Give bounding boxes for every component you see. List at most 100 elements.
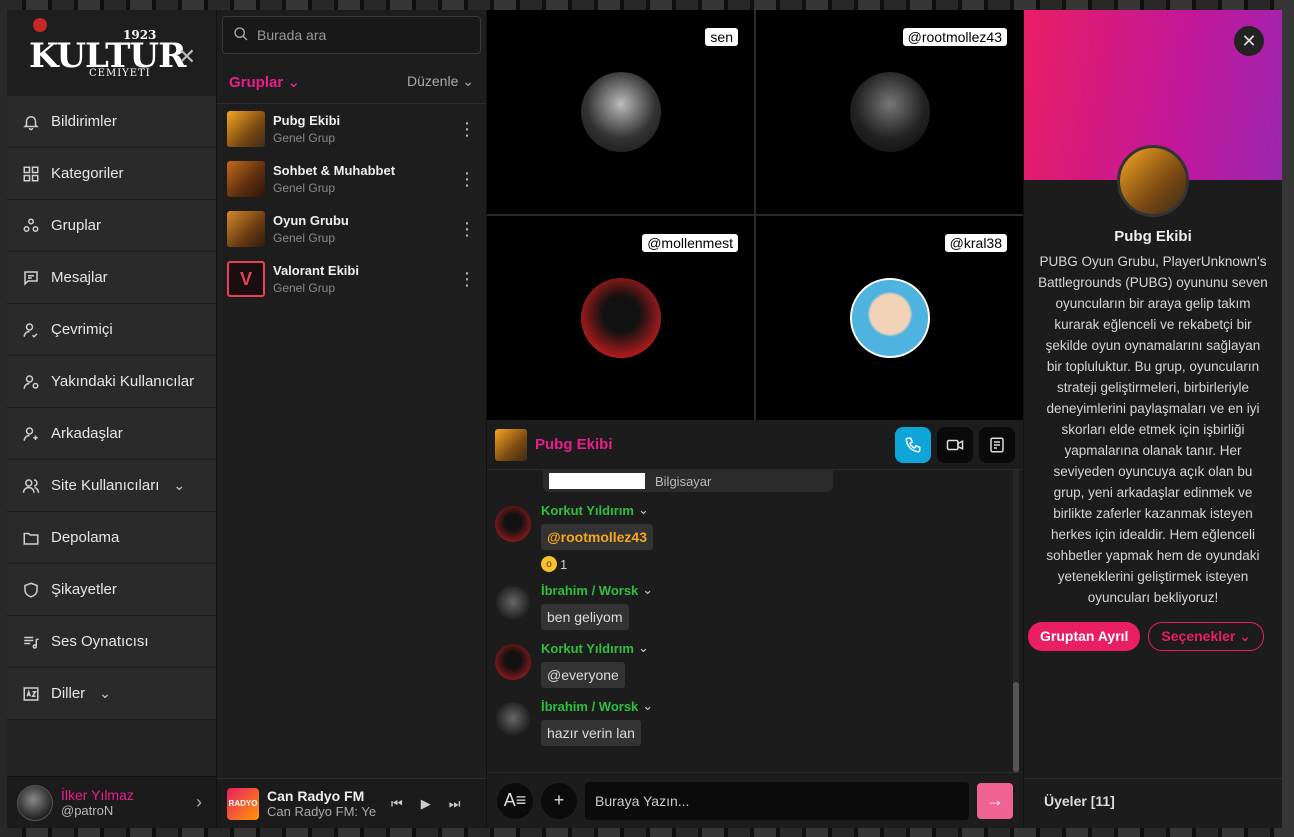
close-icon[interactable]: ✕ (178, 44, 196, 70)
profile-card[interactable]: İlker Yılmaz @patroN › (7, 776, 216, 828)
message: Korkut Yıldırım ⌄ @rootmollez43 o1 (495, 502, 1015, 572)
video-tile[interactable]: @kral38 (756, 216, 1023, 420)
list-item[interactable]: Oyun Grubu Genel Grup ⋮ (217, 204, 486, 254)
nearby-user-icon (21, 372, 41, 392)
bell-icon (21, 112, 41, 132)
groups-filter-dropdown[interactable]: Gruplar ⌄ (229, 73, 300, 91)
sidebar-item-site-kullanicilari[interactable]: Site Kullanıcıları ⌄ (7, 460, 216, 512)
reaction[interactable]: o1 (541, 556, 653, 572)
chevron-down-icon[interactable]: ⌄ (638, 640, 649, 656)
leave-group-button[interactable]: Gruptan Ayrıl (1028, 622, 1141, 651)
participant-avatar (849, 278, 930, 358)
participant-tag: @kral38 (944, 234, 1007, 252)
surprised-emoji-icon: o (541, 556, 557, 572)
sidebar-item-label: Site Kullanıcıları (51, 477, 160, 494)
sidebar-item-mesajlar[interactable]: Mesajlar (7, 252, 216, 304)
chat-title[interactable]: Pubg Ekibi (535, 436, 613, 453)
scrollbar[interactable] (1013, 470, 1019, 772)
message-text: ben geliyom (541, 604, 629, 630)
message-author[interactable]: İbrahim / Worsk (541, 583, 638, 598)
scrollbar-thumb[interactable] (1013, 682, 1019, 772)
notes-button[interactable] (979, 426, 1015, 463)
groups-icon (21, 216, 41, 236)
options-label: Seçenekler (1161, 628, 1236, 644)
close-button[interactable]: ✕ (1234, 26, 1264, 56)
list-item[interactable]: Sohbet & Muhabbet Genel Grup ⋮ (217, 154, 486, 204)
sidebar-item-ses-oynaticisi[interactable]: Ses Oynatıcısı (7, 616, 216, 668)
chevron-down-icon[interactable]: ⌄ (642, 698, 653, 714)
kebab-menu-icon[interactable]: ⋮ (458, 219, 476, 240)
list-item[interactable]: Pubg Ekibi Genel Grup ⋮ (217, 104, 486, 154)
attachment-bubble[interactable]: Bilgisayar (543, 470, 833, 492)
participant-tag: @mollenmest (642, 234, 738, 252)
arrow-right-icon: → (986, 790, 1004, 810)
avatar[interactable] (495, 702, 531, 738)
avatar[interactable] (17, 784, 53, 821)
brand-subtitle: CEMIYETI (89, 68, 151, 79)
video-tile[interactable]: @rootmollez43 (756, 10, 1023, 214)
avatar[interactable] (495, 586, 531, 622)
voice-call-button[interactable] (895, 426, 931, 463)
sidebar-item-diller[interactable]: Diller ⌄ (7, 668, 216, 720)
chevron-down-icon[interactable]: ⌄ (642, 582, 653, 598)
sidebar-item-kategoriler[interactable]: Kategoriler (7, 148, 216, 200)
groups-spacer (217, 304, 486, 778)
add-attachment-button[interactable]: + (541, 782, 577, 819)
sidebar-item-sikayetler[interactable]: Şikayetler (7, 564, 216, 616)
search-input[interactable] (257, 27, 457, 43)
sidebar-item-bildirimler[interactable]: Bildirimler (7, 96, 216, 148)
video-tile[interactable]: @mollenmest (487, 216, 754, 420)
video-call-button[interactable] (937, 426, 973, 463)
play-icon[interactable]: ▶ (421, 796, 431, 812)
sidebar-item-yakindaki[interactable]: Yakındaki Kullanıcılar (7, 356, 216, 408)
avatar[interactable] (495, 644, 531, 680)
attachment-label: Bilgisayar (655, 473, 712, 489)
sidebar-item-cevrimici[interactable]: Çevrimiçi (7, 304, 216, 356)
sidebar-item-label: Diller (51, 685, 86, 702)
composer: A≡ + → (487, 772, 1023, 828)
music-list-icon (21, 632, 41, 652)
sidebar-item-arkadaslar[interactable]: Arkadaşlar (7, 408, 216, 460)
video-tile[interactable]: sen (487, 10, 754, 214)
group-avatar-large (1117, 145, 1189, 217)
message-text: hazır verin lan (541, 720, 641, 746)
group-thumbnail (227, 161, 265, 197)
groups-header: Gruplar ⌄ Düzenle ⌄ (217, 60, 486, 104)
chevron-down-icon: ⌄ (462, 73, 474, 89)
language-icon (21, 684, 41, 704)
chevron-down-icon[interactable]: ⌄ (638, 502, 649, 518)
kebab-menu-icon[interactable]: ⋮ (458, 119, 476, 140)
message-author[interactable]: İbrahim / Worsk (541, 699, 638, 714)
group-type: Genel Grup (273, 231, 336, 245)
sidebar-item-gruplar[interactable]: Gruplar (7, 200, 216, 252)
members-header[interactable]: Üyeler [11] (1024, 778, 1282, 828)
add-friend-icon (21, 424, 41, 444)
groups-filter-label: Gruplar (229, 73, 284, 91)
next-icon[interactable]: ⏭ (449, 796, 461, 812)
participant-avatar (849, 72, 930, 152)
kebab-menu-icon[interactable]: ⋮ (458, 169, 476, 190)
group-thumbnail (227, 211, 265, 247)
kebab-menu-icon[interactable]: ⋮ (458, 269, 476, 290)
chevron-down-icon: ⌄ (173, 477, 186, 493)
sidebar-item-depolama[interactable]: Depolama (7, 512, 216, 564)
chevron-down-icon: ⌄ (287, 73, 300, 91)
search-box[interactable] (222, 16, 481, 54)
message-author[interactable]: Korkut Yıldırım (541, 641, 634, 656)
previous-icon[interactable]: ⏮ (391, 796, 403, 812)
send-button[interactable]: → (977, 782, 1013, 819)
options-button[interactable]: Seçenekler ⌄ (1148, 622, 1264, 651)
avatar[interactable] (495, 506, 531, 542)
edit-dropdown[interactable]: Düzenle ⌄ (407, 73, 474, 90)
message: Korkut Yıldırım ⌄ @everyone (495, 640, 1015, 688)
text-format-button[interactable]: A≡ (497, 782, 533, 819)
group-thumbnail (227, 111, 265, 147)
chat-main: sen @rootmollez43 @mollenmest @kral38 Pu… (487, 10, 1023, 828)
message-input[interactable] (585, 781, 969, 820)
profile-handle: @patroN (61, 803, 114, 818)
message-author[interactable]: Korkut Yıldırım (541, 503, 634, 518)
list-item[interactable]: V Valorant Ekibi Genel Grup ⋮ (217, 254, 486, 304)
sidebar-item-label: Yakındaki Kullanıcılar (51, 373, 195, 390)
chevron-right-icon[interactable]: › (196, 792, 202, 813)
message-list[interactable]: Bilgisayar Korkut Yıldırım ⌄ @rootmollez4… (487, 470, 1023, 772)
